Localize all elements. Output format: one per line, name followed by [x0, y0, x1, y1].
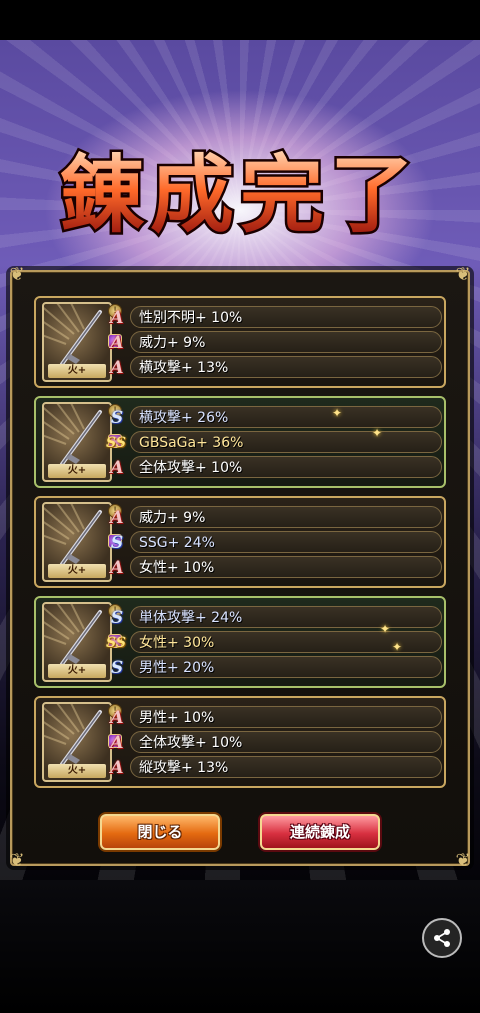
ability-text: SSG+ 24% [139, 535, 215, 551]
ability-row: A 威力+ 9% [110, 506, 442, 528]
status-bar [0, 0, 480, 40]
ability-row: A 全体攻撃+ 10% [110, 456, 442, 478]
weapon-element-label: 火+ [48, 664, 106, 678]
share-button[interactable] [422, 918, 462, 958]
continuous-refine-button[interactable]: 連続錬成 [260, 814, 380, 850]
grade-ss-icon: SS [106, 635, 126, 651]
grade-a-icon: A [110, 333, 124, 353]
ability-text: 性別不明+ 10% [139, 310, 243, 326]
corner-ornament-icon: ❦ [9, 850, 25, 871]
ability-text: 全体攻撃+ 10% [139, 460, 243, 476]
ability-text: 威力+ 9% [139, 510, 206, 526]
ability-text: 横攻撃+ 26% [139, 410, 229, 426]
weapon-thumbnail: 火+ [42, 702, 112, 782]
weapon-element-label: 火+ [48, 764, 106, 778]
grade-ss-icon: SS [106, 435, 126, 451]
grade-s-icon: S [110, 408, 124, 428]
ability-row: A 性別不明+ 10% [110, 306, 442, 328]
sparkle-icon: ✦ [372, 426, 383, 440]
corner-ornament-icon: ❦ [9, 264, 25, 285]
ability-text: 女性+ 10% [139, 560, 215, 576]
ability-text: 女性+ 30% [139, 635, 215, 651]
ability-row: S 男性+ 20% [111, 656, 442, 678]
weapon-element-label: 火+ [48, 364, 106, 378]
ability-row: A 縦攻撃+ 13% [110, 756, 442, 778]
grade-s-icon: S [110, 608, 124, 628]
grade-s-icon: S [110, 533, 124, 553]
grade-a-icon: A [110, 758, 124, 778]
ability-row: A 威力+ 9% [110, 331, 442, 353]
ability-row: S SSG+ 24% [111, 531, 442, 553]
title-text: 錬成完了 [60, 145, 420, 244]
weapon-thumbnail: 火+ [42, 502, 112, 582]
ability-row: A 男性+ 10% [110, 706, 442, 728]
ability-text: 威力+ 9% [139, 335, 206, 351]
ability-row: A 全体攻撃+ 10% [110, 731, 442, 753]
weapon-thumbnail: 火+ [42, 302, 112, 382]
bottom-shade [0, 880, 480, 1013]
ability-text: 全体攻撃+ 10% [139, 735, 243, 751]
sparkle-icon: ✦ [380, 622, 391, 636]
weapon-thumbnail: 火+ [42, 602, 112, 682]
grade-a-icon: A [110, 708, 124, 728]
page-title: 錬成完了 [40, 132, 440, 252]
ability-text: GBSaGa+ 36% [139, 435, 244, 451]
ability-row: S 単体攻撃+ 24% [111, 606, 442, 628]
ability-row: A 横攻撃+ 13% [110, 356, 442, 378]
ability-text: 男性+ 20% [139, 660, 215, 676]
ability-text: 横攻撃+ 13% [139, 360, 229, 376]
ability-text: 男性+ 10% [139, 710, 215, 726]
grade-a-icon: A [110, 458, 124, 478]
grade-a-icon: A [110, 308, 124, 328]
grade-a-icon: A [110, 358, 124, 378]
weapon-element-label: 火+ [48, 464, 106, 478]
corner-ornament-icon: ❦ [455, 264, 471, 285]
grade-a-icon: A [110, 508, 124, 528]
result-card: 火+! S 横攻撃+ 26% SS GBSaGa+ 36% A 全体攻撃+ 10% [34, 396, 446, 488]
result-card: 火+! S 単体攻撃+ 24% SS 女性+ 30% S 男性+ 20% [34, 596, 446, 688]
weapon-element-label: 火+ [48, 564, 106, 578]
ability-row: SS GBSaGa+ 36% [106, 431, 442, 453]
ability-row: A 女性+ 10% [110, 556, 442, 578]
ability-text: 単体攻撃+ 24% [139, 610, 243, 626]
close-button[interactable]: 閉じる [100, 814, 220, 850]
grade-a-icon: A [110, 733, 124, 753]
sparkle-icon: ✦ [392, 640, 403, 654]
grade-a-icon: A [110, 558, 124, 578]
weapon-thumbnail: 火+ [42, 402, 112, 482]
corner-ornament-icon: ❦ [455, 850, 471, 871]
result-card: 火+! A 性別不明+ 10% A 威力+ 9% A 横攻撃+ 13% [34, 296, 446, 388]
share-icon [434, 929, 450, 947]
ability-row: S 横攻撃+ 26% [111, 406, 442, 428]
ability-text: 縦攻撃+ 13% [139, 760, 229, 776]
result-card: 火+! A 男性+ 10% A 全体攻撃+ 10% A 縦攻撃+ 13% [34, 696, 446, 788]
result-card: 火+! A 威力+ 9% S SSG+ 24% A 女性+ 10% [34, 496, 446, 588]
sparkle-icon: ✦ [332, 406, 343, 420]
grade-s-icon: S [110, 658, 124, 678]
